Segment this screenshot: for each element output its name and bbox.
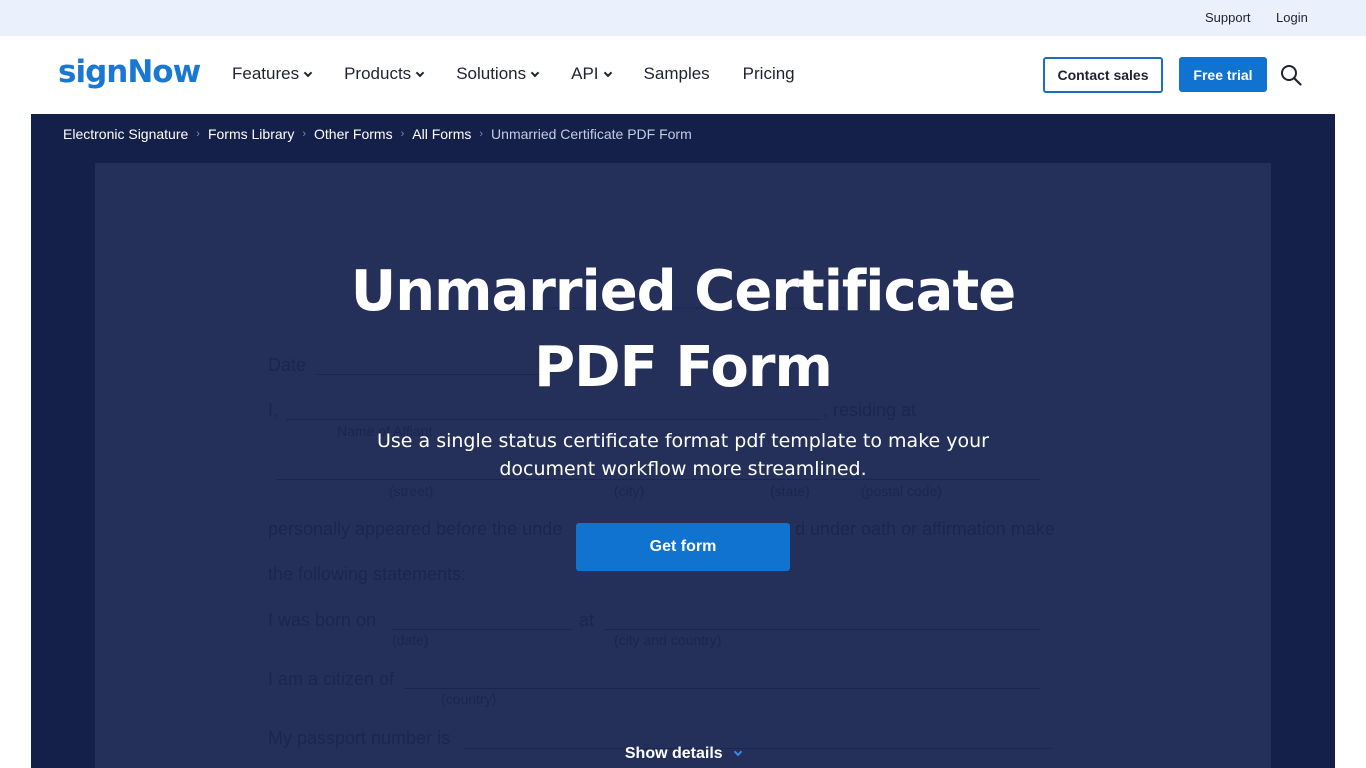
signnow-logo[interactable]: signNow — [58, 54, 201, 90]
utility-bar: Support Login — [0, 0, 1366, 36]
chevron-down-icon — [530, 68, 540, 77]
doc-date-hint: (date) — [392, 632, 429, 648]
doc-born-on: I was born on — [268, 610, 377, 630]
doc-following-statements: the following statements: — [268, 564, 467, 584]
breadcrumb-electronic-signature[interactable]: Electronic Signature — [63, 126, 188, 142]
chevron-down-icon — [603, 68, 612, 77]
free-trial-button[interactable]: Free trial — [1179, 57, 1267, 92]
doc-rule — [404, 688, 1040, 689]
doc-city-hint: (city) — [614, 483, 645, 499]
doc-country-hint: (country) — [441, 691, 497, 707]
login-link[interactable]: Login — [1276, 10, 1308, 25]
breadcrumb-all-forms[interactable]: All Forms — [412, 126, 471, 142]
breadcrumb-current: Unmarried Certificate PDF Form — [491, 126, 692, 142]
breadcrumb-separator-icon: › — [302, 128, 306, 140]
doc-rule — [604, 629, 1040, 630]
page-title-line-2: PDF Form — [534, 335, 833, 400]
chevron-down-icon — [733, 747, 743, 757]
breadcrumb-other-forms[interactable]: Other Forms — [314, 126, 393, 142]
nav-samples[interactable]: Samples — [644, 64, 710, 84]
doc-state-hint: (state) — [770, 483, 810, 499]
nav-products-label: Products — [344, 64, 412, 83]
show-details-label: Show details — [624, 745, 723, 762]
main-header: signNow Features Products Solutions API … — [0, 36, 1366, 114]
nav-pricing-label: Pricing — [742, 64, 795, 83]
doc-city-country-hint: (city and country) — [614, 632, 722, 648]
doc-at: at — [579, 610, 595, 630]
nav-solutions-label: Solutions — [456, 64, 527, 83]
support-link[interactable]: Support — [1205, 10, 1251, 25]
hero-section: Electronic Signature › Forms Library › O… — [31, 114, 1335, 768]
nav-products[interactable]: Products — [344, 64, 425, 84]
doc-rule — [391, 629, 573, 630]
search-button[interactable] — [1280, 64, 1302, 86]
contact-sales-button[interactable]: Contact sales — [1043, 57, 1163, 93]
page-title: Unmarried Certificate PDF Form — [31, 254, 1335, 406]
doc-personally-right: d under oath or affirmation make — [795, 519, 1055, 539]
doc-rule — [286, 419, 821, 420]
page-subtitle-line-1: Use a single status certificate format p… — [377, 430, 989, 452]
show-details-toggle[interactable]: Show details — [31, 745, 1335, 763]
doc-postal-hint: (postal code) — [861, 483, 942, 499]
breadcrumb-separator-icon: › — [479, 128, 484, 140]
get-form-button[interactable]: Get form — [576, 523, 790, 571]
nav-features-label: Features — [232, 64, 300, 83]
main-nav: Features Products Solutions API Samples … — [232, 64, 828, 84]
page-title-line-1: Unmarried Certificate — [350, 259, 1016, 324]
page-subtitle-line-2: document workflow more streamlined. — [499, 458, 867, 480]
doc-street-hint: (street) — [389, 483, 434, 499]
chevron-down-icon — [415, 68, 425, 77]
nav-features[interactable]: Features — [232, 64, 313, 84]
breadcrumb-separator-icon: › — [400, 128, 405, 140]
search-icon — [1281, 65, 1302, 86]
breadcrumb-forms-library[interactable]: Forms Library — [208, 126, 294, 142]
nav-api[interactable]: API — [571, 64, 612, 84]
nav-pricing[interactable]: Pricing — [743, 64, 795, 84]
nav-samples-label: Samples — [643, 64, 710, 83]
doc-personally-left: personally appeared before the unde — [268, 519, 563, 539]
breadcrumb-separator-icon: › — [196, 128, 200, 140]
nav-solutions[interactable]: Solutions — [456, 64, 540, 84]
nav-api-label: API — [571, 64, 599, 83]
chevron-down-icon — [303, 68, 313, 77]
page-subtitle: Use a single status certificate format p… — [31, 427, 1335, 483]
doc-citizen-of: I am a citizen of — [268, 669, 395, 689]
breadcrumb: Electronic Signature › Forms Library › O… — [63, 126, 692, 142]
